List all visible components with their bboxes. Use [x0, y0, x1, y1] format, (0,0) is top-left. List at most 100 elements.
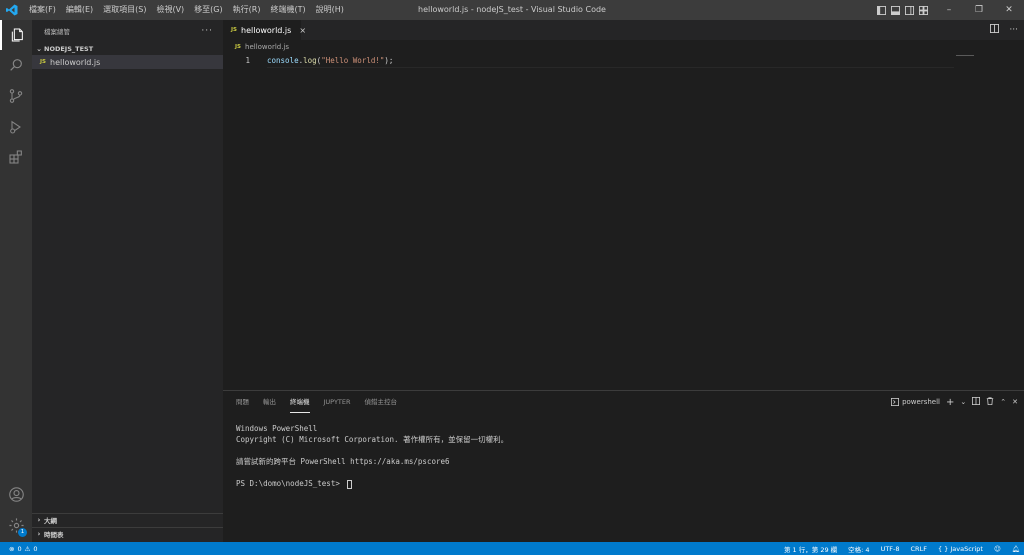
toggle-secondary-sidebar-icon[interactable] — [902, 0, 916, 20]
warning-count: 0 — [33, 544, 38, 553]
split-terminal-icon[interactable] — [972, 397, 981, 407]
error-icon: ⊗ — [9, 544, 15, 553]
js-file-icon: JS — [40, 59, 47, 65]
outline-label: 大綱 — [44, 517, 57, 525]
feedback-icon[interactable]: ☺ — [994, 545, 1001, 553]
panel-tab[interactable]: 輸出 — [263, 391, 276, 413]
menu-bar: 檔案(F) 編輯(E) 選取項目(S) 檢視(V) 移至(G) 執行(R) 終端機(T) 說明… — [24, 0, 349, 20]
run-debug-icon[interactable] — [0, 112, 32, 142]
editor-area: JS helloworld.js × ··· JS helloworld.js … — [223, 20, 1024, 390]
editor-tabs: JS helloworld.js × ··· — [223, 20, 1024, 40]
line-number: 1 — [245, 56, 250, 65]
panel-tab[interactable]: 偵錯主控台 — [365, 391, 398, 413]
encoding[interactable]: UTF-8 — [881, 545, 900, 553]
minimize-button[interactable]: – — [934, 0, 964, 20]
explorer-icon[interactable] — [0, 20, 32, 50]
error-count: 0 — [17, 544, 22, 553]
chevron-down-icon: ⌄ — [36, 44, 42, 53]
vscode-logo-icon — [0, 0, 24, 20]
title-bar: 檔案(F) 編輯(E) 選取項目(S) 檢視(V) 移至(G) 執行(R) 終端機(T) 說明… — [0, 0, 1024, 20]
chevron-right-icon: › — [37, 516, 41, 524]
code-line[interactable]: 1 console.log("Hello World!"); — [223, 54, 1024, 67]
extensions-icon[interactable] — [0, 142, 32, 172]
minimap[interactable] — [956, 55, 974, 56]
current-line-highlight — [267, 67, 954, 68]
menu-item[interactable]: 檔案(F) — [24, 0, 61, 20]
menu-item[interactable]: 說明(H) — [311, 0, 349, 20]
close-icon[interactable]: × — [299, 26, 306, 35]
notifications-bell-icon[interactable]: 🔔︎ — [1012, 545, 1020, 553]
timeline-label: 時間表 — [44, 531, 64, 539]
code-token: "Hello World!" — [321, 56, 385, 65]
file-item-helloworld[interactable]: JS helloworld.js — [32, 55, 223, 69]
file-label: helloworld.js — [50, 57, 101, 67]
chevron-down-icon[interactable]: ⌄ — [960, 398, 966, 406]
terminal-line: Windows PowerShell — [236, 424, 318, 433]
language-label: JavaScript — [950, 544, 983, 553]
menu-item[interactable]: 選取項目(S) — [98, 0, 151, 20]
more-actions-icon[interactable]: ··· — [1009, 25, 1018, 35]
folder-label: NODEJS_TEST — [44, 44, 94, 53]
code-editor[interactable]: 1 console.log("Hello World!"); — [223, 54, 1024, 67]
panel-tab[interactable]: JUPYTER — [324, 391, 351, 413]
tab-helloworld[interactable]: JS helloworld.js × — [223, 20, 306, 40]
code-token: log — [303, 56, 317, 65]
toggle-panel-icon[interactable] — [888, 0, 902, 20]
panel-tab[interactable]: 終端機 — [290, 391, 310, 413]
folder-nodejs-test[interactable]: ⌄ NODEJS_TEST — [32, 42, 223, 55]
js-file-icon: JS — [231, 27, 238, 33]
sidebar-title: 檔案總管 — [44, 28, 70, 36]
menu-item[interactable]: 編輯(E) — [61, 0, 98, 20]
language-mode[interactable]: { } JavaScript — [938, 545, 983, 553]
problems-indicator[interactable]: ⊗ 0 ⚠ 0 — [0, 545, 38, 553]
maximize-panel-icon[interactable]: ⌃ — [1000, 398, 1006, 406]
tab-label: helloworld.js — [241, 25, 292, 35]
new-terminal-icon[interactable]: + — [946, 397, 954, 408]
chevron-right-icon: › — [37, 530, 41, 538]
menu-item[interactable]: 檢視(V) — [151, 0, 189, 20]
line-ending[interactable]: CRLF — [911, 545, 927, 553]
code-token: console — [267, 56, 299, 65]
warning-icon: ⚠ — [24, 544, 31, 553]
terminal-icon — [891, 398, 900, 406]
panel-tab[interactable]: 問題 — [236, 391, 249, 413]
more-actions-icon[interactable]: ··· — [201, 26, 213, 36]
timeline-section[interactable]: › 時間表 — [32, 527, 223, 540]
status-bar: ⊗ 0 ⚠ 0 第 1 行，第 29 欄 空格: 4 UTF-8 CRLF { … — [0, 542, 1024, 555]
cursor-position[interactable]: 第 1 行，第 29 欄 — [784, 544, 837, 554]
outline-section[interactable]: › 大綱 — [32, 513, 223, 526]
activity-bar: 1 — [0, 20, 32, 542]
settings-gear-icon[interactable]: 1 — [0, 510, 32, 540]
bottom-panel: 問題 輸出 終端機 JUPYTER 偵錯主控台 powershell + ⌄ ⌃ ✕ W… — [223, 390, 1024, 542]
braces-icon: { } — [937, 544, 949, 553]
toggle-primary-sidebar-icon[interactable] — [874, 0, 888, 20]
menu-item[interactable]: 執行(R) — [228, 0, 266, 20]
split-editor-icon[interactable] — [990, 24, 1000, 36]
panel-tabs: 問題 輸出 終端機 JUPYTER 偵錯主控台 powershell + ⌄ ⌃ ✕ — [223, 391, 1024, 413]
breadcrumb-file: helloworld.js — [245, 43, 290, 51]
source-control-icon[interactable] — [0, 81, 32, 111]
js-file-icon: JS — [235, 44, 242, 50]
trash-icon[interactable] — [986, 397, 994, 407]
terminal-output[interactable]: Windows PowerShell Copyright (C) Microsof… — [223, 413, 1024, 489]
menu-item[interactable]: 移至(G) — [189, 0, 227, 20]
close-window-button[interactable]: ✕ — [994, 0, 1024, 20]
close-panel-icon[interactable]: ✕ — [1012, 398, 1018, 406]
code-token: ); — [384, 56, 394, 65]
terminal-line: PS D:\domo\nodeJS_test> — [236, 478, 1011, 489]
code-text: console.log("Hello World!"); — [267, 56, 393, 65]
terminal-line: Copyright (C) Microsoft Corporation. 著作權… — [236, 435, 509, 444]
menu-item[interactable]: 終端機(T) — [265, 0, 310, 20]
account-icon[interactable] — [0, 479, 32, 509]
breadcrumb[interactable]: JS helloworld.js — [223, 40, 1024, 54]
restore-button[interactable]: ❐ — [964, 0, 994, 20]
terminal-cursor — [347, 479, 353, 489]
indentation[interactable]: 空格: 4 — [848, 544, 869, 554]
settings-badge: 1 — [18, 528, 27, 537]
terminal-picker[interactable]: powershell — [891, 398, 940, 406]
customize-layout-icon[interactable] — [916, 0, 930, 20]
terminal-line: 請嘗試新的跨平台 PowerShell https://aka.ms/pscor… — [236, 457, 450, 466]
search-icon[interactable] — [0, 50, 32, 80]
